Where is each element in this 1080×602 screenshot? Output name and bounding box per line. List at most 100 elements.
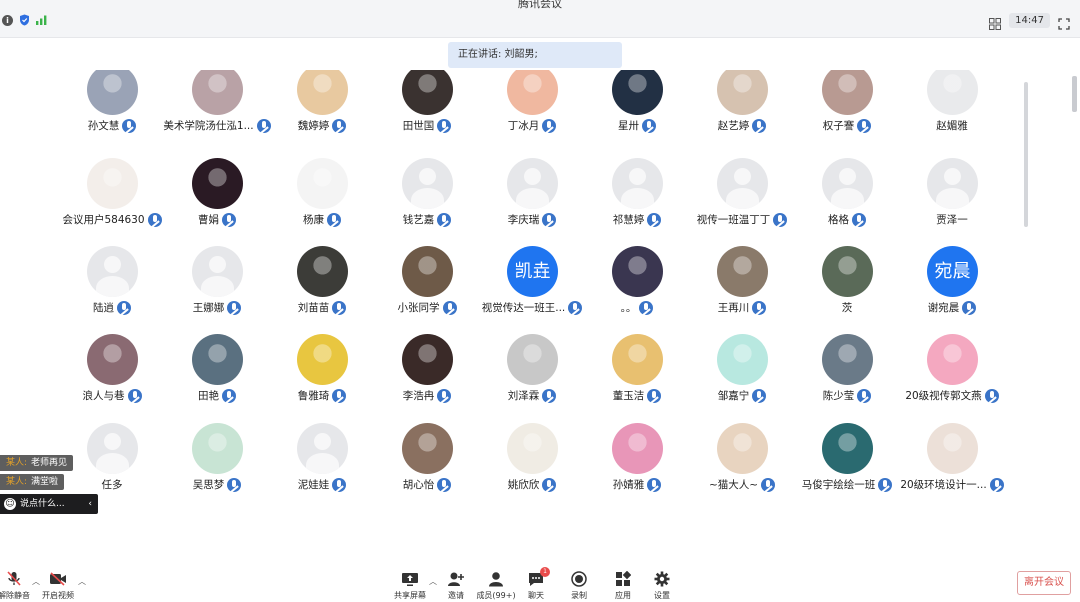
fullscreen-icon[interactable] (1058, 15, 1070, 30)
participant-name-row: 陆逍 (60, 300, 170, 315)
participant-tile[interactable]: 孙文慧 (60, 70, 164, 152)
participant-tile[interactable]: 田世国 (375, 70, 479, 152)
settings-button[interactable]: 设置 (640, 570, 684, 601)
leave-meeting-button[interactable]: 离开会议 (1017, 571, 1071, 595)
mic-muted-icon (437, 388, 452, 403)
participant-tile[interactable]: 格格 (795, 158, 899, 246)
mic-muted-icon (442, 300, 457, 315)
participant-name: 邹嘉宁 (717, 390, 750, 402)
emoji-icon[interactable]: ☺ (4, 498, 16, 510)
video-options-chevron-icon[interactable]: ︿ (78, 576, 86, 587)
participant-tile[interactable]: 丁冰月 (480, 70, 584, 152)
participant-name: 吴思梦 (192, 479, 225, 491)
participant-tile[interactable]: 胡心怡 (375, 423, 479, 511)
record-button[interactable]: 录制 (557, 570, 601, 601)
participant-tile[interactable]: 茨 (795, 246, 899, 334)
participant-tile[interactable]: 视传一班温丁丁 (690, 158, 794, 246)
signal-icon[interactable] (36, 15, 47, 25)
participant-tile[interactable]: 20级视传郭文燕 (900, 334, 1004, 422)
start-video-button[interactable]: 开启视频 (36, 570, 80, 601)
participant-tile[interactable]: 凯垚 视觉传达一班王... (480, 246, 584, 334)
chevron-left-icon[interactable]: ‹ (88, 494, 92, 514)
participant-tile[interactable]: 祁慧婷 (585, 158, 689, 246)
mic-muted-icon (127, 388, 142, 403)
participant-tile[interactable]: 赵艺婷 (690, 70, 794, 152)
participant-tile[interactable]: 陈少莹 (795, 334, 899, 422)
mic-muted-icon (327, 212, 341, 227)
participant-tile[interactable]: 魏婷婷 (270, 70, 374, 152)
info-icon[interactable]: i (2, 14, 13, 26)
avatar (717, 70, 768, 115)
participant-tile[interactable]: 吴思梦 (165, 423, 269, 511)
avatar (822, 70, 873, 115)
mic-muted-icon (639, 300, 654, 315)
unmute-button[interactable]: 解除静音 (0, 570, 36, 601)
participant-tile[interactable]: 钱艺嘉 (375, 158, 479, 246)
layout-grid-icon[interactable] (989, 15, 1002, 30)
invite-button[interactable]: 邀请 (434, 570, 478, 601)
participant-tile[interactable]: 贾泽一 (900, 158, 1004, 246)
participant-tile[interactable]: 姚欣欣 (480, 423, 584, 511)
participant-tile[interactable]: 20级环境设计一... (900, 423, 1004, 511)
avatar (402, 246, 453, 297)
participant-tile[interactable]: 董玉洁 (585, 334, 689, 422)
participant-name-row: 吴思梦 (159, 477, 275, 492)
participant-tile[interactable]: 宛晨 谢宛晨 (900, 246, 1004, 334)
apps-button[interactable]: 应用 (601, 570, 645, 601)
participant-name-row: 赵艺婷 (684, 118, 800, 133)
avatar (612, 246, 663, 297)
shield-icon[interactable] (19, 14, 30, 26)
participant-name: 王娜娜 (192, 302, 225, 314)
mic-muted-icon (227, 477, 242, 492)
participant-tile[interactable]: 星卅 (585, 70, 689, 152)
chat-quick-input[interactable]: ☺ 说点什么... ‹ (0, 494, 98, 514)
participant-name: 陆逍 (93, 302, 114, 314)
participant-tile[interactable]: 王再川 (690, 246, 794, 334)
participant-name-row: 邹嘉宁 (684, 388, 800, 403)
participant-name-row: 祁慧婷 (579, 212, 695, 227)
participant-tile[interactable]: 小张同学 (375, 246, 479, 334)
avatar (822, 334, 873, 385)
avatar (87, 246, 138, 297)
members-button[interactable]: 成员(99+) (474, 570, 518, 601)
participant-tile[interactable]: 刘苗苗 (270, 246, 374, 334)
participant-name-row: 会议用户584630 (60, 212, 170, 227)
participant-name: 谢宛晨 (927, 302, 960, 314)
participant-tile[interactable]: 曹娟 (165, 158, 269, 246)
participant-tile[interactable]: 鲁雅琦 (270, 334, 374, 422)
chat-button[interactable]: 1 聊天 (514, 567, 558, 601)
participant-name-row: 陈少莹 (789, 388, 905, 403)
share-screen-button[interactable]: 共享屏幕 (388, 570, 432, 601)
participant-tile[interactable]: 李庆瑞 (480, 158, 584, 246)
participant-tile[interactable]: 刘泽霖 (480, 334, 584, 422)
participant-tile[interactable]: 陆逍 (60, 246, 164, 334)
participant-tile[interactable]: 赵媚雅 (900, 70, 1004, 152)
participant-name-row: 田世国 (369, 118, 485, 133)
participant-tile[interactable]: 邹嘉宁 (690, 334, 794, 422)
participant-tile[interactable]: 马俊宇绘绘一班 (795, 423, 899, 511)
participant-tile[interactable]: 田艳 (165, 334, 269, 422)
participant-tile[interactable]: 美术学院汤仕泓1... (163, 70, 271, 152)
window-scrollbar[interactable] (1072, 76, 1077, 112)
participant-name-row: 魏婷婷 (264, 118, 380, 133)
avatar (822, 246, 873, 297)
participant-tile[interactable]: ~猫大人~ (690, 423, 794, 511)
participant-tile[interactable]: 。。 (585, 246, 689, 334)
mic-muted-icon (984, 388, 999, 403)
avatar (402, 334, 453, 385)
participant-tile[interactable]: 浪人与巷 (60, 334, 164, 422)
participant-name-row: 。。 (579, 300, 695, 315)
participant-tile[interactable]: 权子謇 (795, 70, 899, 152)
mic-muted-icon (857, 388, 872, 403)
participant-tile[interactable]: 杨康 (270, 158, 374, 246)
participant-tile[interactable]: 孙婧雅 (585, 423, 689, 511)
participant-name: 魏婷婷 (297, 120, 330, 132)
grid-scrollbar[interactable] (1024, 82, 1028, 227)
avatar (822, 158, 873, 209)
avatar (717, 158, 768, 209)
participant-tile[interactable]: 泥娃娃 (270, 423, 374, 511)
participant-tile[interactable]: 会议用户584630 (60, 158, 164, 246)
participant-tile[interactable]: 王娜娜 (165, 246, 269, 334)
participant-tile[interactable]: 李浩冉 (375, 334, 479, 422)
participant-name: 赵艺婷 (717, 120, 750, 132)
